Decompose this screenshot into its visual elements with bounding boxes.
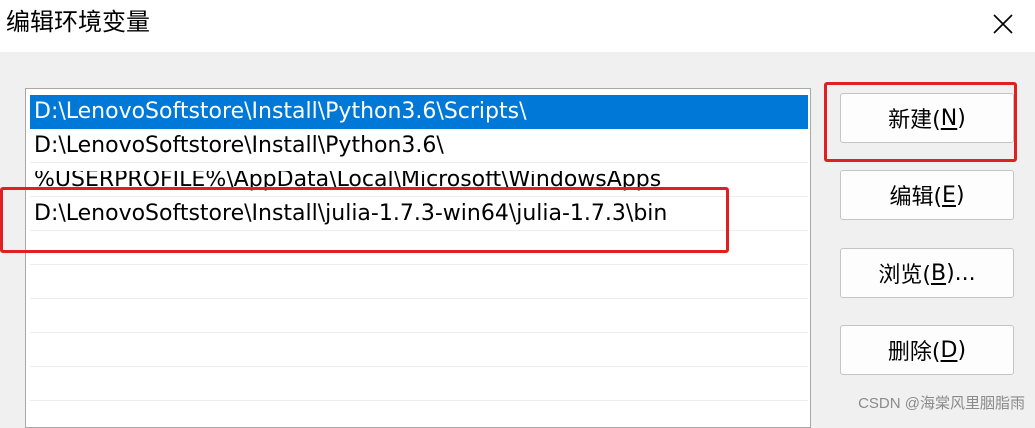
close-icon [992, 13, 1014, 39]
title-bar: 编辑环境变量 [0, 0, 1035, 52]
edit-button-suffix: ) [955, 182, 965, 208]
path-list-item-text: D:\LenovoSoftstore\Install\Python3.6\Scr… [34, 99, 527, 124]
path-list-item-text: D:\LenovoSoftstore\Install\Python3.6\ [34, 133, 444, 158]
new-button[interactable]: 新建(N) [840, 93, 1014, 143]
path-list[interactable]: D:\LenovoSoftstore\Install\Python3.6\Scr… [25, 88, 811, 428]
path-list-item[interactable]: %USERPROFILE%\AppData\Local\Microsoft\Wi… [30, 171, 808, 197]
window-title: 编辑环境变量 [6, 8, 150, 36]
delete-button-suffix: ) [957, 337, 967, 363]
watermark: CSDN @海棠风里胭脂雨 [858, 395, 1025, 412]
delete-button-accesskey: D [940, 337, 958, 363]
browse-button-suffix: )... [946, 260, 976, 286]
path-list-item-text: D:\LenovoSoftstore\Install\julia-1.7.3-w… [34, 201, 668, 226]
path-list-empty-row[interactable] [30, 265, 808, 299]
path-list-item-text: %USERPROFILE%\AppData\Local\Microsoft\Wi… [34, 171, 662, 192]
browse-button[interactable]: 浏览(B)... [840, 248, 1014, 298]
delete-button[interactable]: 删除(D) [840, 325, 1014, 375]
browse-button-label: 浏览( [878, 263, 931, 288]
path-list-item[interactable]: D:\LenovoSoftstore\Install\Python3.6\ [30, 129, 808, 163]
edit-button-accesskey: E [942, 182, 956, 208]
path-list-empty-row[interactable] [30, 299, 808, 333]
edit-button[interactable]: 编辑(E) [840, 170, 1014, 220]
edit-button-label: 编辑( [889, 185, 943, 210]
new-button-accesskey: N [940, 105, 958, 131]
browse-button-accesskey: B [930, 260, 947, 286]
close-button[interactable] [971, 0, 1035, 52]
path-list-empty-row[interactable] [30, 231, 808, 265]
path-list-item[interactable]: D:\LenovoSoftstore\Install\julia-1.7.3-w… [30, 197, 808, 231]
path-list-empty-row[interactable] [30, 333, 808, 367]
delete-button-label: 删除( [887, 340, 941, 365]
path-list-item[interactable]: D:\LenovoSoftstore\Install\Python3.6\Scr… [30, 95, 808, 129]
new-button-suffix: ) [957, 105, 966, 131]
new-button-label: 新建( [888, 108, 941, 133]
path-list-empty-row[interactable] [30, 367, 808, 401]
